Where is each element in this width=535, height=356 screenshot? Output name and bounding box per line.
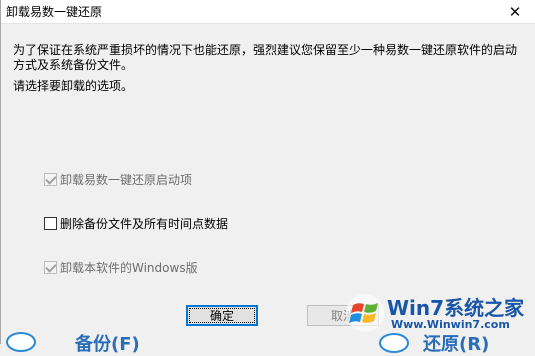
delete-backups-checkbox[interactable] xyxy=(44,216,57,230)
ok-button[interactable]: 确定 xyxy=(186,305,258,326)
restore-icon xyxy=(379,333,409,353)
uninstall-windows-version-checkbox xyxy=(44,260,57,274)
option-label[interactable]: 删除备份文件及所有时间点数据 xyxy=(60,215,228,232)
restore-label: 还原(R) xyxy=(423,334,490,355)
watermark-title: Win7系统之家 xyxy=(387,296,525,320)
backup-icon xyxy=(6,332,36,352)
option-delete-backups[interactable]: 删除备份文件及所有时间点数据 xyxy=(44,215,228,231)
uninstall-dialog: 卸载易数一键还原 ✕ 为了保证在系统严重损坏的情况下也能还原，强烈建议您保留至少… xyxy=(0,0,535,355)
close-icon: ✕ xyxy=(508,3,522,21)
option-label: 卸载本软件的Windows版 xyxy=(60,260,198,275)
option-uninstall-windows-version: 卸载本软件的Windows版 xyxy=(44,259,198,275)
backup-label: 备份(F) xyxy=(75,334,140,355)
uninstall-boot-entry-checkbox xyxy=(44,172,57,186)
title-bar: 卸载易数一键还原 ✕ xyxy=(1,0,535,24)
watermark-url: Www.Winwin7.com xyxy=(391,318,510,331)
option-label: 卸载易数一键还原启动项 xyxy=(60,172,193,187)
window-title: 卸载易数一键还原 xyxy=(6,5,103,19)
close-button[interactable]: ✕ xyxy=(500,0,530,24)
select-prompt: 请选择要卸载的选项。 xyxy=(13,79,134,93)
warning-notice: 为了保证在系统严重损坏的情况下也能还原，强烈建议您保留至少一种易数一键还原软件的… xyxy=(13,43,518,72)
option-uninstall-boot-entry: 卸载易数一键还原启动项 xyxy=(44,171,192,187)
windows-logo-icon xyxy=(346,294,384,332)
